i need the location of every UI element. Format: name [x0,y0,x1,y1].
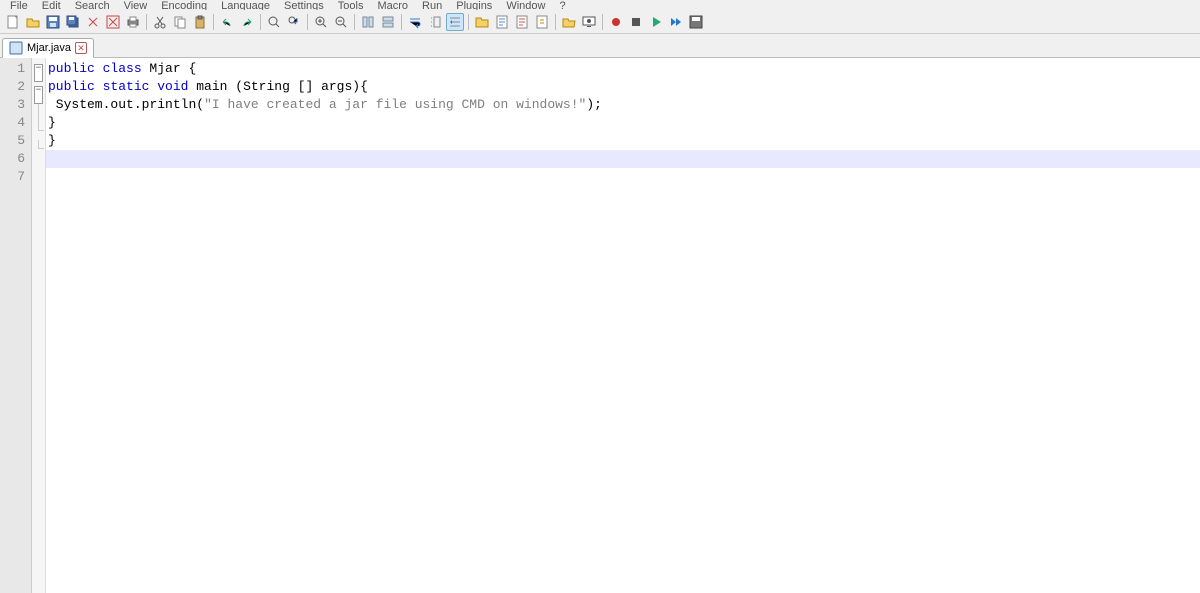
fold-cell [32,176,45,194]
paste-icon[interactable] [191,13,209,31]
doc-icon[interactable] [493,13,511,31]
find-icon[interactable] [265,13,283,31]
fold-cell [32,122,45,140]
line-number: 1 [6,60,25,78]
menu-edit[interactable]: Edit [36,0,67,10]
fold-cell: − [32,64,45,82]
record-icon[interactable] [607,13,625,31]
code-line[interactable]: System.out.println("I have created a jar… [46,96,1200,114]
save-icon[interactable] [44,13,62,31]
menu-plugins[interactable]: Plugins [450,0,498,10]
line-number: 5 [6,132,25,150]
word-wrap-icon[interactable] [406,13,424,31]
print-icon[interactable] [124,13,142,31]
open-file-icon[interactable] [24,13,42,31]
line-number: 4 [6,114,25,132]
sync-v-icon[interactable] [359,13,377,31]
indent-guide-icon[interactable] [446,13,464,31]
tab-bar: Mjar.java ✕ [0,34,1200,58]
folder-open-icon[interactable] [560,13,578,31]
code-line[interactable] [46,150,1200,168]
close-all-icon[interactable] [104,13,122,31]
toolbar-separator [260,14,261,30]
fold-toggle-icon[interactable]: − [34,64,43,82]
sync-h-icon[interactable] [379,13,397,31]
fold-column: −− [32,58,46,593]
new-file-icon[interactable] [4,13,22,31]
toolbar-separator [468,14,469,30]
menu-language[interactable]: Language [215,0,276,10]
zoom-out-icon[interactable] [332,13,350,31]
fold-cell [32,140,45,158]
file-tab-icon [9,41,23,55]
line-number: 3 [6,96,25,114]
menu-run[interactable]: Run [416,0,448,10]
code-line[interactable] [46,168,1200,186]
toolbar-separator [354,14,355,30]
menu-view[interactable]: View [118,0,154,10]
doc2-icon[interactable] [513,13,531,31]
close-icon[interactable] [84,13,102,31]
redo-icon[interactable] [238,13,256,31]
folder-icon[interactable] [473,13,491,31]
fast-forward-icon[interactable] [667,13,685,31]
menu-file[interactable]: File [4,0,34,10]
menu-settings[interactable]: Settings [278,0,330,10]
zoom-in-icon[interactable] [312,13,330,31]
replace-icon[interactable] [285,13,303,31]
line-number: 2 [6,78,25,96]
code-line[interactable]: } [46,132,1200,150]
stop-icon[interactable] [627,13,645,31]
menu-tools[interactable]: Tools [332,0,370,10]
monitor-icon[interactable] [580,13,598,31]
toolbar-separator [602,14,603,30]
menu-bar: FileEditSearchViewEncodingLanguageSettin… [0,0,1200,10]
close-tab-icon[interactable]: ✕ [75,42,87,54]
cut-icon[interactable] [151,13,169,31]
line-number-gutter: 1234567 [0,58,32,593]
toolbar [0,10,1200,34]
fold-cell [32,104,45,122]
toolbar-separator [555,14,556,30]
file-tab[interactable]: Mjar.java ✕ [2,38,94,58]
toolbar-separator [213,14,214,30]
menu-search[interactable]: Search [69,0,116,10]
fold-cell: − [32,86,45,104]
toolbar-separator [307,14,308,30]
menu-macro[interactable]: Macro [371,0,414,10]
menu-window[interactable]: Window [500,0,551,10]
fold-toggle-icon[interactable]: − [34,86,43,104]
line-number: 7 [6,168,25,186]
save-all-icon[interactable] [64,13,82,31]
toolbar-separator [146,14,147,30]
menu-encoding[interactable]: Encoding [155,0,213,10]
menu-[interactable]: ? [553,0,571,10]
play-icon[interactable] [647,13,665,31]
code-line[interactable]: public static void main (String [] args)… [46,78,1200,96]
code-line[interactable]: public class Mjar { [46,60,1200,78]
function-list-icon[interactable] [533,13,551,31]
copy-icon[interactable] [171,13,189,31]
undo-icon[interactable] [218,13,236,31]
show-all-chars-icon[interactable] [426,13,444,31]
editor: 1234567 −− public class Mjar {public sta… [0,58,1200,593]
code-area[interactable]: public class Mjar {public static void ma… [46,58,1200,593]
fold-cell [32,158,45,176]
save-macro-icon[interactable] [687,13,705,31]
toolbar-separator [401,14,402,30]
file-tab-label: Mjar.java [27,42,71,54]
line-number: 6 [6,150,25,168]
code-line[interactable]: } [46,114,1200,132]
